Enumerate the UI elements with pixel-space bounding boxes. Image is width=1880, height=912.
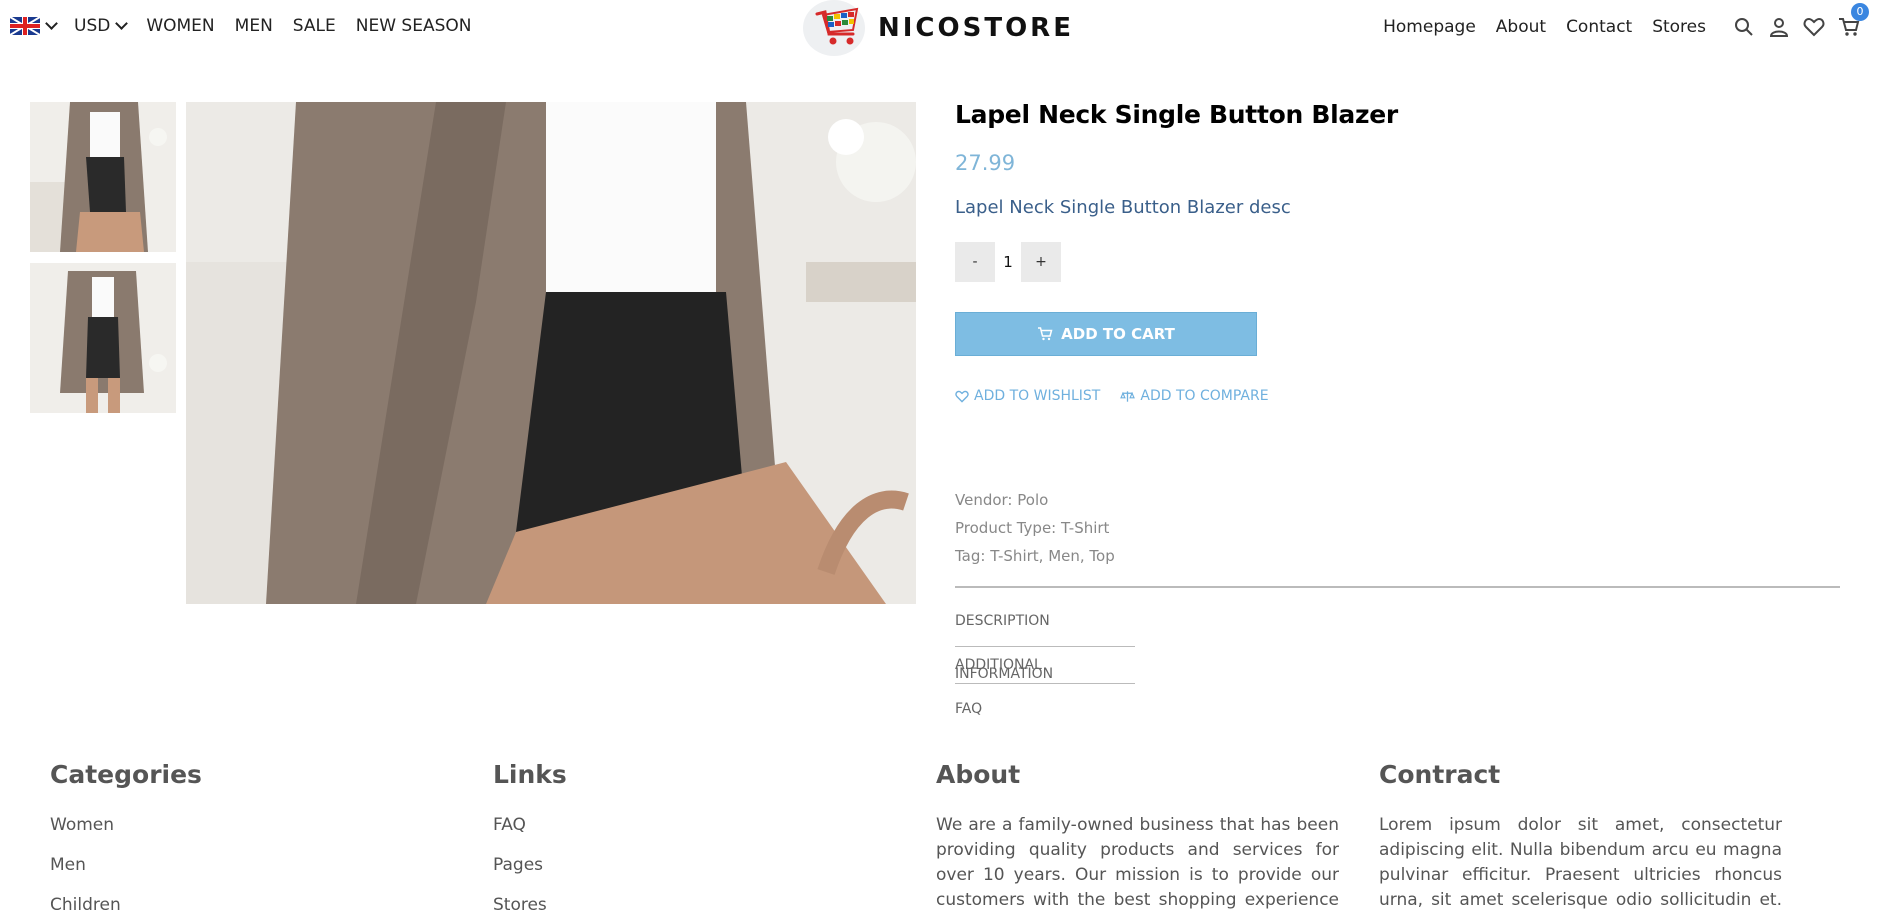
language-selector[interactable] [10,17,58,35]
footer-link-faq[interactable]: FAQ [493,815,567,835]
add-to-wishlist-link[interactable]: ADD TO WISHLIST [955,388,1100,404]
footer-about-title: About [936,760,1021,789]
quantity-increase-button[interactable]: + [1021,242,1061,282]
footer-link-women[interactable]: Women [50,815,202,835]
quantity-decrease-button[interactable]: - [955,242,995,282]
footer-contract-title: Contract [1379,760,1501,789]
category-nav: WOMEN MEN SALE NEW SEASON [126,16,471,36]
nav-link-contact[interactable]: Contact [1566,17,1632,37]
footer-contract: Contract Lorem ipsum dolor sit amet, con… [1379,760,1782,912]
product-description: Lapel Neck Single Button Blazer desc [955,197,1291,218]
chevron-down-icon [45,17,58,30]
product-actions: ADD TO WISHLIST ADD TO COMPARE [955,388,1840,404]
brand-name: NICOSTORE [878,13,1074,43]
nav-link-stores[interactable]: Stores [1652,17,1706,37]
nav-left: USD WOMEN MEN SALE NEW SEASON [10,16,471,36]
footer-about-text: We are a family-owned business that has … [936,815,1339,910]
currency-label: USD [74,16,111,36]
footer-link-children[interactable]: Children [50,895,202,912]
tab-additional-information[interactable]: ADDITIONAL INFORMATION [955,647,1135,684]
cart-count-badge: 0 [1851,3,1869,21]
footer-contract-text: Lorem ipsum dolor sit amet, consectetur … [1379,815,1782,910]
footer-about: About We are a family-owned business tha… [936,760,1339,912]
nav-link-new-season[interactable]: NEW SEASON [356,16,472,36]
search-icon[interactable] [1733,16,1755,38]
tab-faq[interactable]: FAQ [955,684,1135,721]
top-navbar: USD WOMEN MEN SALE NEW SEASON NICOSTORE … [0,0,1880,56]
add-to-compare-label: ADD TO COMPARE [1140,388,1269,404]
nav-link-about[interactable]: About [1496,17,1546,37]
add-to-cart-label: ADD TO CART [1061,325,1175,343]
product-type: Product Type: T-Shirt [955,519,1110,537]
cart-icon[interactable]: 0 [1838,3,1869,38]
product-meta: Vendor: Polo Product Type: T-Shirt Tag: … [955,486,1840,570]
footer-link-stores[interactable]: Stores [493,895,567,912]
quantity-value[interactable]: 1 [995,253,1021,271]
cart-icon [1038,327,1053,341]
divider [955,586,1840,588]
product-main-image [186,102,916,604]
tab-description[interactable]: DESCRIPTION [955,610,1135,647]
nav-link-sale[interactable]: SALE [293,16,336,36]
footer-categories-title: Categories [50,760,202,789]
nav-link-women[interactable]: WOMEN [146,16,214,36]
brand-logo-link[interactable]: NICOSTORE [803,0,1074,56]
nav-link-homepage[interactable]: Homepage [1383,17,1476,37]
product-vendor: Vendor: Polo [955,491,1049,509]
footer-categories: Categories Women Men Children [50,760,202,912]
heart-icon [955,390,969,403]
scale-icon [1120,390,1136,402]
product-thumbnail-2[interactable] [30,263,176,413]
footer: Categories Women Men Children Links FAQ … [0,760,1880,912]
nav-link-men[interactable]: MEN [235,16,273,36]
add-to-cart-button[interactable]: ADD TO CART [955,312,1257,356]
footer-links: Links FAQ Pages Stores [493,760,567,912]
add-to-wishlist-label: ADD TO WISHLIST [974,388,1101,404]
user-icon[interactable] [1768,16,1790,38]
shopping-cart-logo-icon [803,0,865,56]
product-info: Lapel Neck Single Button Blazer 27.99 La… [955,100,1840,721]
product-thumbnail-1[interactable] [30,102,176,252]
currency-selector[interactable]: USD [74,16,129,36]
quantity-stepper: - 1 + [955,242,1840,282]
product-title: Lapel Neck Single Button Blazer [955,100,1398,129]
product-tags: Tag: T-Shirt, Men, Top [955,547,1115,565]
product-tabs: DESCRIPTION ADDITIONAL INFORMATION FAQ [955,610,1840,721]
uk-flag-icon [10,17,40,35]
nav-right: Homepage About Contact Stores 0 [1383,3,1869,38]
footer-links-title: Links [493,760,567,789]
heart-icon[interactable] [1803,16,1825,38]
product-price: 27.99 [955,151,1016,175]
add-to-compare-link[interactable]: ADD TO COMPARE [1120,388,1269,404]
footer-link-pages[interactable]: Pages [493,855,567,875]
footer-link-men[interactable]: Men [50,855,202,875]
